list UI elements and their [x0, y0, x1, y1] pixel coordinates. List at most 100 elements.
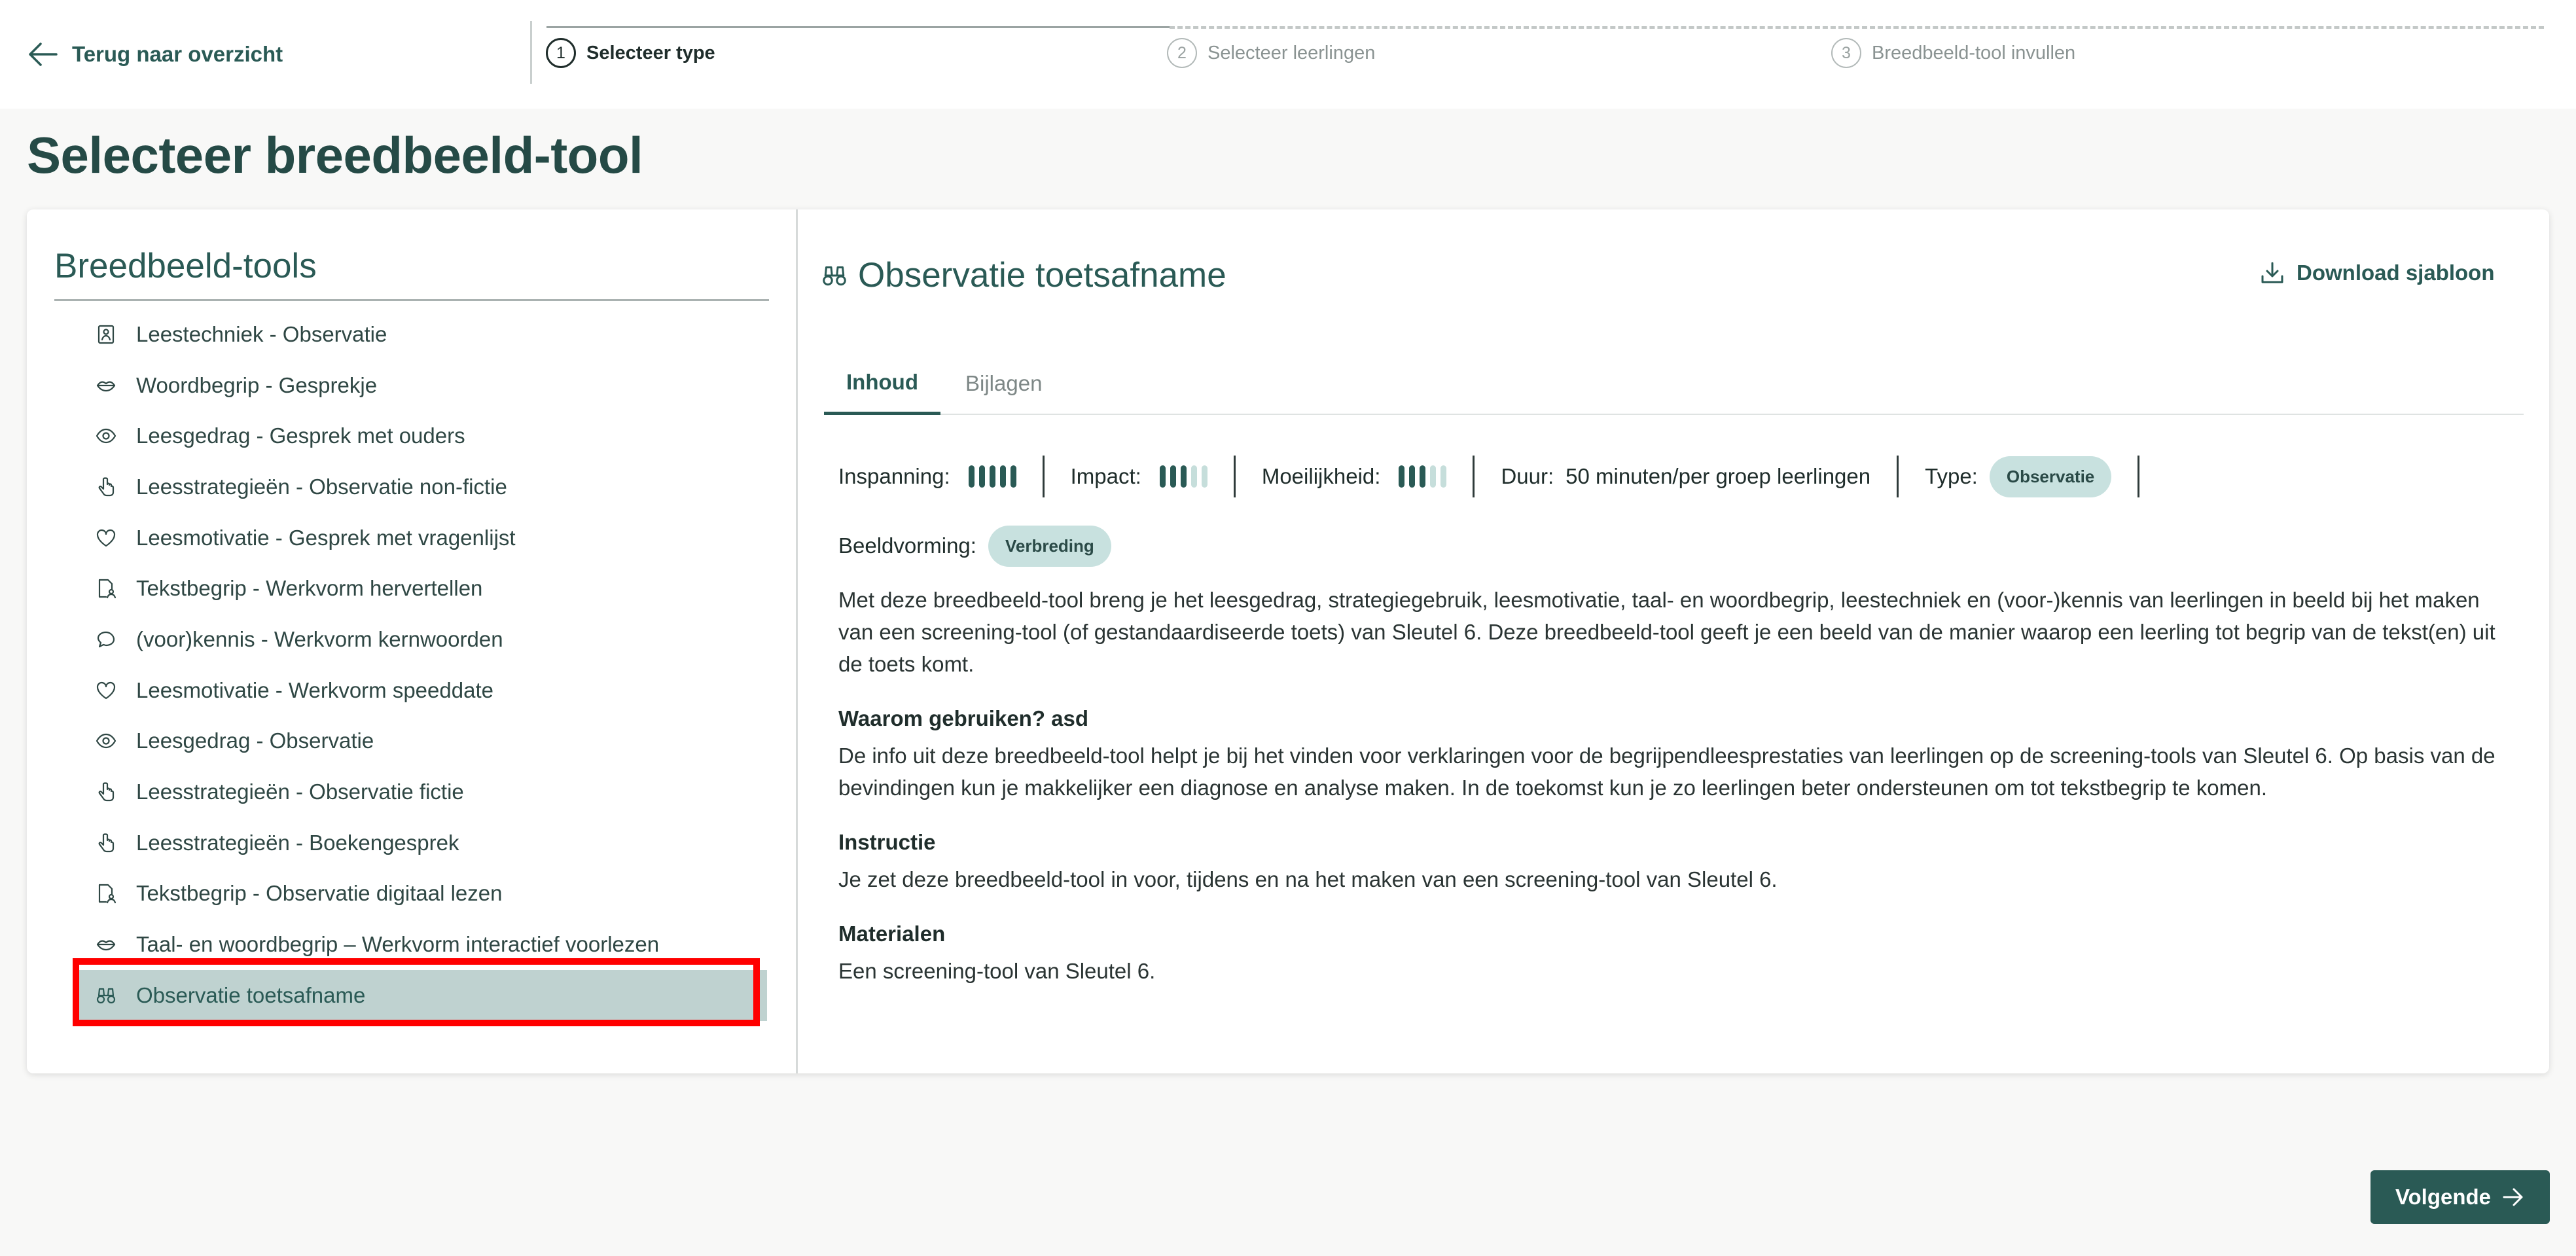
heart-icon	[94, 679, 118, 702]
tool-item[interactable]: Leesstrategieën - Observatie non-fictie	[73, 461, 767, 512]
download-template-button[interactable]: Download sjabloon	[2260, 260, 2495, 285]
pointer-hand-icon	[94, 831, 118, 855]
step-label: Selecteer type	[586, 42, 715, 63]
card-divider	[796, 209, 798, 1073]
tab-bijlagen[interactable]: Bijlagen	[965, 352, 1042, 415]
level-bar	[1420, 465, 1426, 488]
level-bar	[1409, 465, 1416, 488]
tool-item[interactable]: Leesmotivatie - Werkvorm speeddate	[73, 665, 767, 716]
eye-icon	[94, 424, 118, 448]
moeilijkheid-level-indicator	[1399, 465, 1447, 488]
lips-icon	[94, 933, 118, 956]
tool-item[interactable]: Leesstrategieën - Boekengesprek	[73, 817, 767, 869]
next-button[interactable]: Volgende	[2370, 1170, 2550, 1224]
type-badge: Observatie	[1989, 456, 2112, 497]
meta-type: Type: Observatie	[1899, 456, 2140, 497]
pointer-hand-icon	[94, 475, 118, 499]
beeldvorming-badge: Verbreding	[988, 525, 1111, 567]
inspanning-level-indicator	[968, 465, 1016, 488]
step-select-students: 2 Selecteer leerlingen	[1167, 38, 1375, 68]
tool-item-label: Leesmotivatie - Gesprek met vragenlijst	[136, 525, 516, 550]
detail-heading: Observatie toetsafname	[821, 255, 1226, 295]
tool-item-label: Observatie toetsafname	[136, 982, 366, 1007]
tool-item-label: Tekstbegrip - Werkvorm hervertellen	[136, 576, 483, 601]
meta-label: Duur:	[1501, 464, 1554, 488]
meta-label: Beeldvorming:	[838, 533, 976, 558]
tool-item-label: Leesgedrag - Observatie	[136, 728, 374, 753]
step-number: 1	[546, 38, 576, 68]
duur-value: 50 minuten/per groep leerlingen	[1565, 464, 1871, 488]
tool-item[interactable]: Leestechniek - Observatie	[73, 309, 767, 360]
meta-label: Impact:	[1070, 464, 1141, 488]
step-select-type: 1 Selecteer type	[546, 38, 715, 68]
back-to-overview-link[interactable]: Terug naar overzicht	[27, 38, 283, 71]
download-label: Download sjabloon	[2297, 260, 2495, 285]
tab-inhoud[interactable]: Inhoud	[824, 352, 940, 415]
step-label: Breedbeeld-tool invullen	[1872, 42, 2076, 63]
intro-text: Met deze breedbeeld-tool breng je het le…	[838, 588, 2496, 676]
section-text: De info uit deze breedbeeld-tool helpt j…	[838, 744, 2496, 800]
eye-icon	[94, 729, 118, 753]
tool-item[interactable]: Woordbegrip - Gesprekje	[73, 360, 767, 411]
tool-item-label: Taal- en woordbegrip – Werkvorm interact…	[136, 932, 660, 957]
tool-item-label: Leesstrategieën - Observatie non-fictie	[136, 474, 507, 499]
tool-item-label: Leesstrategieën - Observatie fictie	[136, 780, 464, 804]
speech-bubble-icon	[94, 628, 118, 651]
meta-label: Moeilijkheid:	[1261, 464, 1381, 488]
tool-item-label: Woordbegrip - Gesprekje	[136, 372, 378, 397]
step-number: 2	[1167, 38, 1197, 68]
step-number: 3	[1831, 38, 1861, 68]
tool-item-label: Leesgedrag - Gesprek met ouders	[136, 423, 465, 448]
level-bar	[1399, 465, 1405, 488]
header-divider	[530, 21, 532, 84]
tool-item[interactable]: Leesgedrag - Gesprek met ouders	[73, 410, 767, 461]
detail-tabs: Inhoud Bijlagen	[824, 352, 2524, 415]
tool-item-label: (voor)kennis - Werkvorm kernwoorden	[136, 626, 503, 651]
binoculars-icon	[94, 984, 118, 1007]
impact-level-indicator	[1159, 465, 1208, 488]
section-instructie: Instructie Je zet deze breedbeeld-tool i…	[838, 826, 2520, 895]
section-heading: Instructie	[838, 830, 936, 854]
progress-line-remaining	[1170, 26, 2544, 29]
level-bar	[1440, 465, 1447, 488]
meta-label: Type:	[1925, 464, 1978, 488]
tool-item-label: Leesstrategieën - Boekengesprek	[136, 830, 459, 855]
tool-item[interactable]: Leesgedrag - Observatie	[73, 716, 767, 767]
step-fill-in-tool: 3 Breedbeeld-tool invullen	[1831, 38, 2075, 68]
binoculars-icon	[823, 266, 846, 285]
tool-item-label: Tekstbegrip - Observatie digitaal lezen	[136, 881, 503, 906]
back-link-label: Terug naar overzicht	[72, 42, 283, 66]
meta-moeilijkheid: Moeilijkheid:	[1236, 456, 1475, 497]
meta-beeldvorming: Beeldvorming: Verbreding	[838, 520, 1111, 572]
tool-item[interactable]: Observatie toetsafname	[73, 969, 767, 1021]
section-text: Je zet deze breedbeeld-tool in voor, tij…	[838, 867, 1778, 891]
meta-label: Inspanning:	[838, 464, 950, 488]
step-label: Selecteer leerlingen	[1208, 42, 1376, 63]
tool-item[interactable]: Taal- en woordbegrip – Werkvorm interact…	[73, 919, 767, 970]
tool-item[interactable]: Tekstbegrip - Werkvorm hervertellen	[73, 563, 767, 614]
level-bar	[1190, 465, 1197, 488]
level-bar	[978, 465, 985, 488]
level-bar	[1430, 465, 1437, 488]
tool-item[interactable]: (voor)kennis - Werkvorm kernwoorden	[73, 614, 767, 665]
sidebar-divider	[54, 299, 769, 301]
document-person-icon	[94, 577, 118, 600]
tool-item-label: Leestechniek - Observatie	[136, 321, 387, 346]
level-bar	[1201, 465, 1208, 488]
tool-meta-row: Inspanning: Impact: Moeilijkheid: Duur: …	[838, 450, 2140, 503]
top-bar: Terug naar overzicht 1 Selecteer type 2 …	[0, 0, 2576, 109]
tool-item[interactable]: Leesstrategieën - Observatie fictie	[73, 766, 767, 817]
detail-title: Observatie toetsafname	[858, 256, 1226, 295]
tool-item[interactable]: Tekstbegrip - Observatie digitaal lezen	[73, 869, 767, 920]
arrow-left-icon	[29, 43, 58, 66]
tool-item[interactable]: Leesmotivatie - Gesprek met vragenlijst	[73, 512, 767, 564]
level-bar	[1159, 465, 1166, 488]
meta-duur: Duur: 50 minuten/per groep leerlingen	[1475, 456, 1899, 497]
level-bar	[999, 465, 1006, 488]
section-heading: Waarom gebruiken? asd	[838, 706, 1089, 730]
level-bar	[989, 465, 995, 488]
heart-icon	[94, 526, 118, 550]
tool-description: Met deze breedbeeld-tool breng je het le…	[838, 584, 2520, 1009]
section-text: Een screening-tool van Sleutel 6.	[838, 959, 1156, 983]
sidebar-title: Breedbeeld-tools	[54, 247, 317, 285]
